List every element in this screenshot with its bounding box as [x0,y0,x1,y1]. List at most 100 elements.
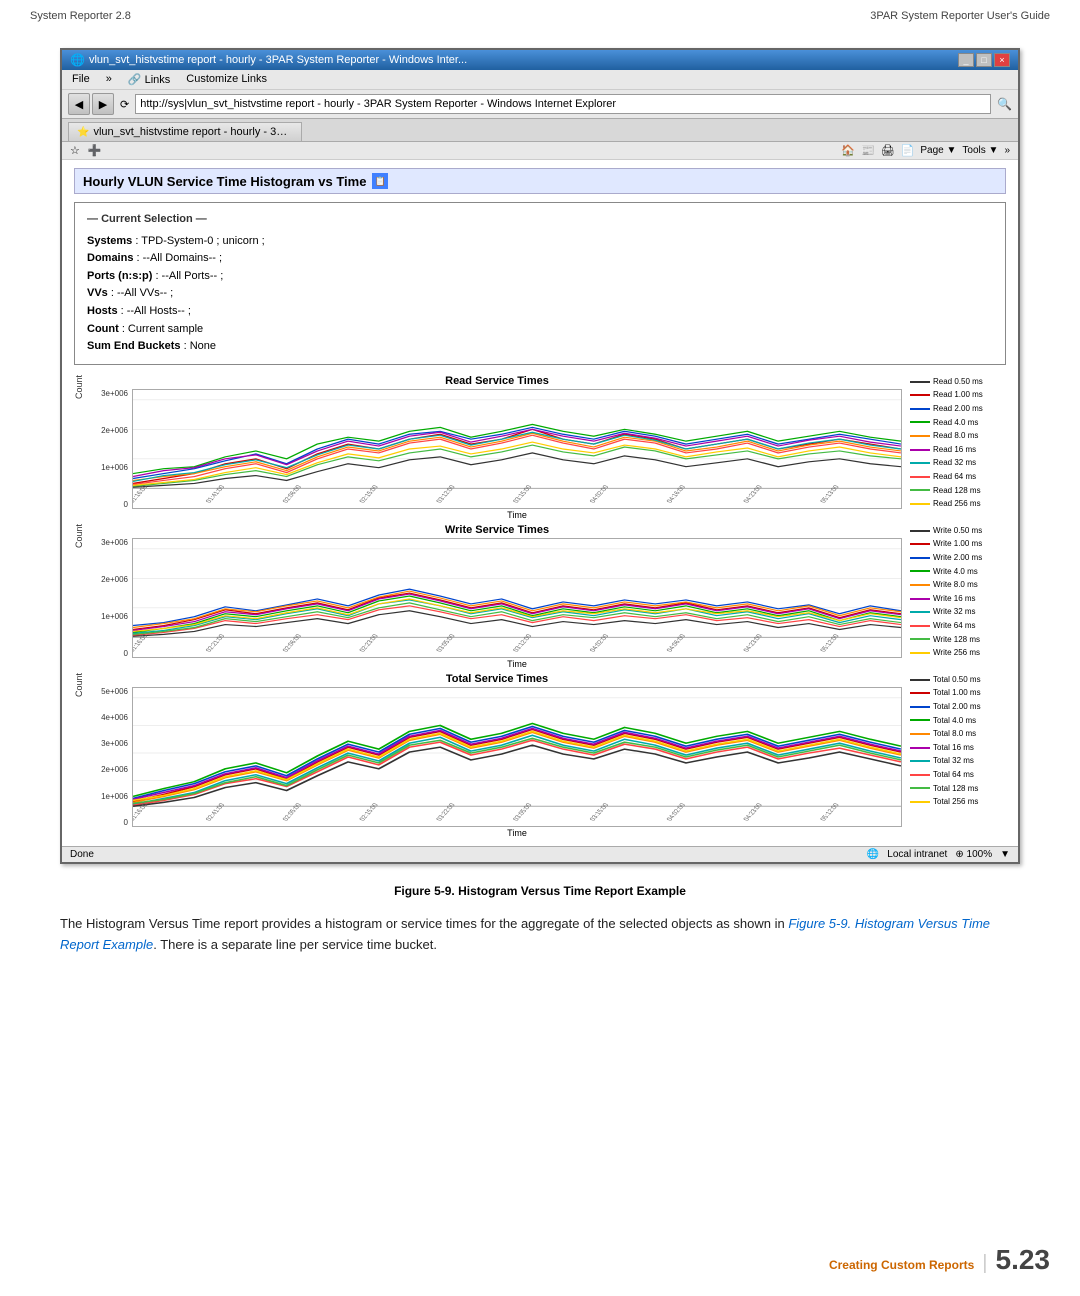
page-title-bar: Hourly VLUN Service Time Histogram vs Ti… [74,168,1006,194]
write-chart-section: Count Write Service Times 3e+006 2e+006 … [74,524,1006,669]
more-tools[interactable]: » [1004,145,1010,156]
nav-buttons[interactable]: ◀ ▶ [68,93,114,115]
legend-read-16: Read 16 ms [910,443,1006,457]
selection-vvs: VVs : --All VVs-- ; [87,285,993,303]
legend-total-2.00: Total 2.00 ms [910,700,1006,714]
charts-container: Count Read Service Times 3e+006 2e+006 1… [74,375,1006,838]
total-chart-wrapper: Total Service Times 5e+006 4e+006 3e+006… [92,673,902,838]
read-y2: 2e+006 [92,426,128,435]
body-text: The Histogram Versus Time report provide… [60,914,1020,956]
legend-total-4.0: Total 4.0 ms [910,714,1006,728]
legend-total-0.50: Total 0.50 ms [910,673,1006,687]
figure-caption: Figure 5-9. Histogram Versus Time Report… [60,884,1020,898]
toolbar-icon1[interactable]: 🏠 [841,144,855,157]
read-y1: 1e+006 [92,463,128,472]
legend-total-128: Total 128 ms [910,782,1006,796]
svg-text:02:23:00: 02:23:00 [358,633,380,652]
toolbar-icon4[interactable]: 📄 [901,144,915,157]
add-tab-icon[interactable]: ➕ [88,144,102,157]
tab-toolbar: ☆ ➕ 🏠 📰 🖨 📄 Page ▼ Tools ▼ » [62,142,1018,160]
write-chart-wrapper: Write Service Times 3e+006 2e+006 1e+006… [92,524,902,669]
minimize-button[interactable]: _ [958,53,974,67]
restore-button[interactable]: □ [976,53,992,67]
legend-total-1.00: Total 1.00 ms [910,686,1006,700]
selection-systems: Systems : TPD-System-0 ; unicorn ; [87,233,993,251]
total-y1: 1e+006 [92,792,128,801]
svg-text:04:23:00: 04:23:00 [742,802,764,822]
read-chart-section: Count Read Service Times 3e+006 2e+006 1… [74,375,1006,520]
legend-write-1.00: Write 1.00 ms [910,537,1006,551]
page-title: Hourly VLUN Service Time Histogram vs Ti… [83,174,366,189]
browser-menubar: File » 🔗 Links Customize Links [62,70,1018,90]
footer-page-number: 5.23 [996,1244,1051,1276]
legend-write-2.00: Write 2.00 ms [910,551,1006,565]
menu-customize[interactable]: Customize Links [184,72,269,87]
write-y2: 2e+006 [92,575,128,584]
read-x-label: Time [132,510,902,520]
page-menu[interactable]: Page ▼ [920,145,956,156]
address-input[interactable] [135,94,991,114]
intranet-label: Local intranet [887,849,947,860]
titlebar-controls[interactable]: _ □ × [958,53,1010,67]
address-toolbar: ◀ ▶ ⟳ 🔍 [62,90,1018,119]
browser-title: vlun_svt_histvstime report - hourly - 3P… [89,54,467,66]
write-y1: 1e+006 [92,612,128,621]
legend-total-32: Total 32 ms [910,754,1006,768]
svg-text:02:06:00: 02:06:00 [281,633,303,652]
toolbar-right: 🏠 📰 🖨 📄 Page ▼ Tools ▼ » [841,144,1010,157]
write-chart-legend: Write 0.50 ms Write 1.00 ms Write 2.00 m… [906,524,1006,660]
toolbar-icon2[interactable]: 📰 [861,144,875,157]
read-y0: 0 [92,500,128,509]
total-chart-legend: Total 0.50 ms Total 1.00 ms Total 2.00 m… [906,673,1006,809]
active-tab[interactable]: ⭐ vlun_svt_histvstime report - hourly - … [68,122,302,141]
svg-text:03:05:00: 03:05:00 [435,633,457,652]
tab-bar: ⭐ vlun_svt_histvstime report - hourly - … [62,119,1018,142]
write-y3: 3e+006 [92,538,128,547]
legend-read-8.0: Read 8.0 ms [910,429,1006,443]
write-x-label: Time [132,659,902,669]
total-y2: 2e+006 [92,765,128,774]
svg-text:04:06:00: 04:06:00 [665,633,687,652]
legend-write-0.50: Write 0.50 ms [910,524,1006,538]
write-chart-title: Write Service Times [92,524,902,536]
zoom-level: ⊕ 100% [955,849,992,860]
statusbar-right: 🌐 Local intranet ⊕ 100% ▼ [867,849,1010,860]
forward-button[interactable]: ▶ [92,93,114,115]
svg-text:04:02:00: 04:02:00 [589,633,611,652]
svg-text:03:15:00: 03:15:00 [589,802,611,822]
menu-links[interactable]: 🔗 Links [126,72,172,87]
tools-menu[interactable]: Tools ▼ [962,145,998,156]
menu-more[interactable]: » [104,72,114,87]
statusbar-left: Done [70,849,94,860]
close-button[interactable]: × [994,53,1010,67]
svg-text:05:13:00: 05:13:00 [819,484,841,503]
legend-total-16: Total 16 ms [910,741,1006,755]
legend-read-64: Read 64 ms [910,470,1006,484]
toolbar-left: ☆ ➕ [70,144,102,157]
toolbar-icon3[interactable]: 🖨 [881,144,895,157]
legend-total-256: Total 256 ms [910,795,1006,809]
svg-text:02:41:00: 02:41:00 [205,802,227,822]
browser-statusbar: Done 🌐 Local intranet ⊕ 100% ▼ [62,846,1018,862]
svg-text:03:22:00: 03:22:00 [435,802,457,822]
legend-write-256: Write 256 ms [910,646,1006,660]
read-y-label: Count [74,375,88,409]
total-y0: 0 [92,818,128,827]
svg-text:02:15:00: 02:15:00 [358,802,380,822]
zoom-dropdown[interactable]: ▼ [1000,849,1010,860]
favorites-icon[interactable]: ☆ [70,144,80,157]
svg-text:03:05:00: 03:05:00 [512,802,534,822]
svg-text:02:21:00: 02:21:00 [205,633,227,652]
page-header: System Reporter 2.8 3PAR System Reporter… [0,0,1080,28]
svg-text:02:15:00: 02:15:00 [358,484,380,503]
address-go[interactable]: 🔍 [997,97,1012,111]
legend-write-8.0: Write 8.0 ms [910,578,1006,592]
svg-text:05:12:00: 05:12:00 [819,633,841,652]
legend-write-128: Write 128 ms [910,633,1006,647]
menu-file[interactable]: File [70,72,92,87]
total-chart-title: Total Service Times [92,673,902,685]
back-button[interactable]: ◀ [68,93,90,115]
legend-write-32: Write 32 ms [910,605,1006,619]
footer-divider: | [982,1252,987,1275]
legend-read-2.00: Read 2.00 ms [910,402,1006,416]
